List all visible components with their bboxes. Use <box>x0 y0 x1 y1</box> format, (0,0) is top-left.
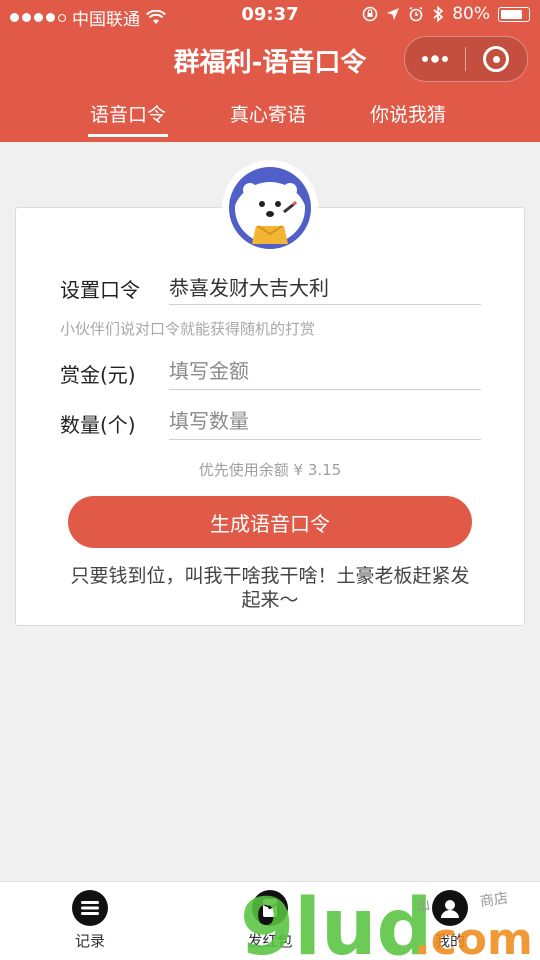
bottom-tab-bar: 记录 发红包 我的 <box>0 881 540 960</box>
active-tab-indicator <box>88 134 169 137</box>
tab-bar: 语音口令 真心寄语 你说我猜 <box>0 96 540 142</box>
tab-voice-command[interactable]: 语音口令 <box>88 100 169 137</box>
user-icon <box>432 890 468 926</box>
nav-label: 我的 <box>434 932 465 950</box>
nav-send-red-packet[interactable]: 发红包 <box>225 890 315 951</box>
nav-mine[interactable]: 我的 <box>405 890 495 951</box>
generate-voice-command-button[interactable]: 生成语音口令 <box>68 496 472 548</box>
mascot-avatar <box>222 160 318 256</box>
command-label: 设置口令 <box>60 278 140 302</box>
top-bar: 中国联通 09:37 80% 群福利-语音口令 语音口令 真心寄语 你说我猜 <box>0 0 540 142</box>
tab-guess-game[interactable]: 你说我猜 <box>370 100 446 127</box>
more-dots-icon <box>422 55 448 63</box>
balance-note: 优先使用余额 ¥ 3.15 <box>198 461 342 479</box>
more-menu-button[interactable] <box>405 37 465 81</box>
close-mini-program-button[interactable] <box>466 37 526 81</box>
battery-icon <box>498 6 530 22</box>
command-input[interactable] <box>169 268 481 305</box>
tab-label: 你说我猜 <box>370 104 447 126</box>
orientation-lock-icon <box>362 6 378 22</box>
amount-input[interactable] <box>169 353 481 390</box>
battery-fill <box>501 9 522 19</box>
close-target-icon <box>483 46 509 72</box>
tab-label: 语音口令 <box>90 104 167 126</box>
amount-label: 赏金(元) <box>60 363 136 387</box>
list-icon <box>72 890 108 926</box>
tab-label: 真心寄语 <box>230 104 307 126</box>
bluetooth-icon <box>433 5 444 23</box>
nav-label: 发红包 <box>247 932 293 950</box>
battery-percent: 80% <box>452 4 490 24</box>
red-packet-icon <box>252 890 288 926</box>
status-right: 80% <box>362 4 530 24</box>
polar-bear-mascot-icon <box>224 162 316 254</box>
count-input[interactable] <box>169 403 481 440</box>
location-icon <box>387 8 400 20</box>
voice-command-form-card: 设置口令 小伙伴们说对口令就能获得随机的打赏 赏金(元) 数量(个) 优先使用余… <box>15 207 525 626</box>
nav-records[interactable]: 记录 <box>45 890 135 951</box>
nav-label: 记录 <box>74 932 105 950</box>
app-root: 中国联通 09:37 80% 群福利-语音口令 语音口令 真心寄语 你说我猜 设… <box>0 0 540 960</box>
alarm-icon <box>409 6 423 22</box>
mini-program-capsule <box>404 36 528 82</box>
slogan-text: 只要钱到位，叫我干啥我干啥！土豪老板赶紧发起来～ <box>70 565 470 611</box>
status-bar: 中国联通 09:37 80% <box>0 0 540 30</box>
command-hint: 小伙伴们说对口令就能获得随机的打赏 <box>60 320 316 338</box>
tab-heartfelt-message[interactable]: 真心寄语 <box>230 100 306 127</box>
count-label: 数量(个) <box>60 413 136 437</box>
